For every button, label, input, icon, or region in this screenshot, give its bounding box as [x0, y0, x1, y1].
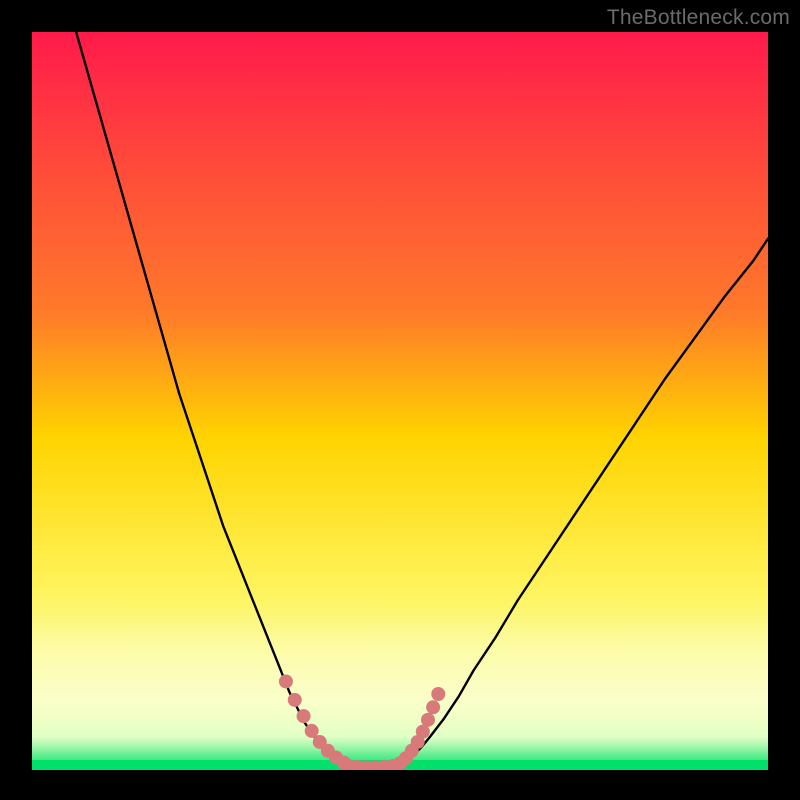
curve-marker — [288, 693, 302, 707]
chart-frame: TheBottleneck.com — [0, 0, 800, 800]
bottleneck-curve-chart — [0, 0, 800, 800]
curve-marker — [431, 687, 445, 701]
curve-marker — [297, 709, 311, 723]
curve-marker — [279, 674, 293, 688]
bottom-glow — [32, 608, 768, 756]
curve-marker — [421, 713, 435, 727]
curve-marker — [426, 700, 440, 714]
watermark-text: TheBottleneck.com — [607, 6, 790, 30]
